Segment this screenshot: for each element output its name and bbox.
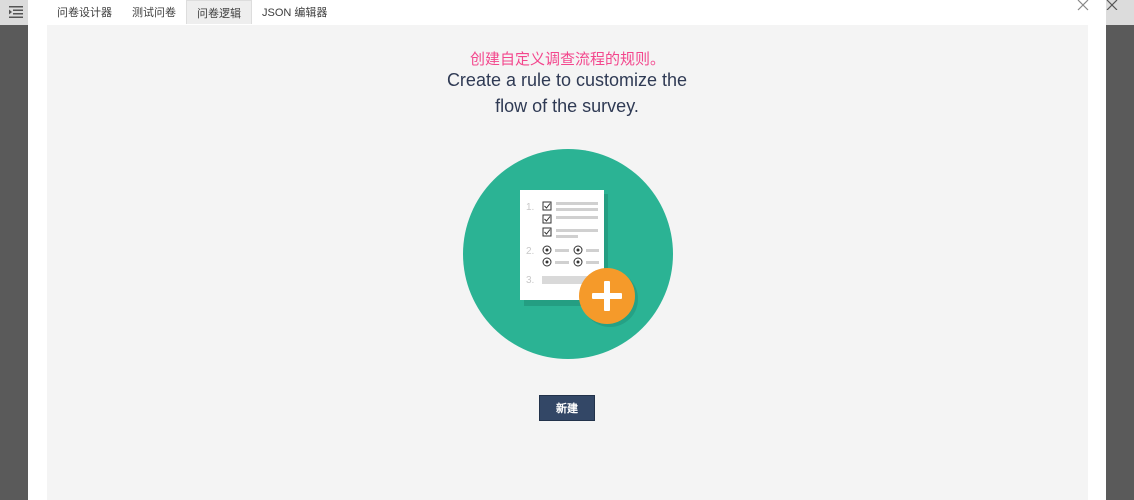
list-number-2: 2. <box>526 246 534 257</box>
page-title: Create a rule to customize the flow of t… <box>446 70 688 116</box>
survey-list-icon: 1. 2. 3. <box>463 149 673 359</box>
logic-panel: 创建自定义调查流程的规则。 Create a rule to customize… <box>47 25 1088 500</box>
tab-test-survey[interactable]: 测试问卷 <box>122 0 186 24</box>
editor-tabs: 问卷设计器 测试问卷 问卷逻辑 JSON 编辑器 <box>47 0 337 25</box>
subtitle-cn: 创建自定义调查流程的规则。 <box>469 51 665 68</box>
menu-icon <box>9 6 23 18</box>
list-number-1: 1. <box>526 202 534 213</box>
close-icon[interactable] <box>1076 0 1090 12</box>
survey-editor-modal: 问卷设计器 测试问卷 问卷逻辑 JSON 编辑器 创建自定义调查流程的规则。 C… <box>28 0 1106 500</box>
new-rule-button[interactable]: 新建 <box>539 395 595 421</box>
close-icon <box>1106 0 1118 10</box>
list-number-3: 3. <box>526 275 534 286</box>
tab-survey-designer[interactable]: 问卷设计器 <box>47 0 122 24</box>
tab-json-editor[interactable]: JSON 编辑器 <box>252 0 337 24</box>
backdrop-left <box>0 0 28 500</box>
backdrop-right <box>1106 0 1134 500</box>
tab-survey-logic[interactable]: 问卷逻辑 <box>186 0 252 24</box>
